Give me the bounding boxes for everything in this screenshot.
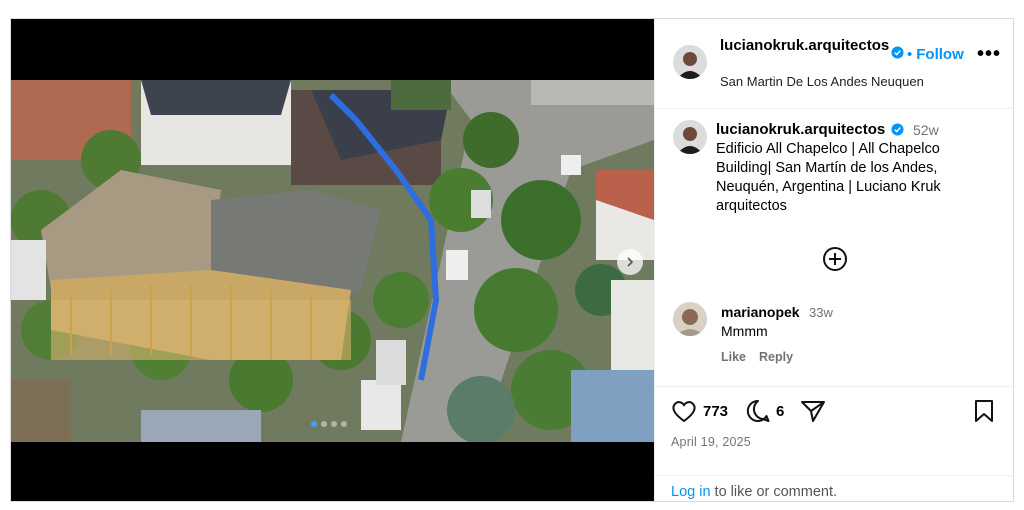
- post-header: lucianokruk.arquitectos • Follow ••• San …: [655, 19, 1015, 109]
- add-comment-icon[interactable]: [822, 246, 848, 272]
- heart-icon[interactable]: [671, 399, 697, 423]
- caption-text: Edificio All Chapelco | All Chapelco Bui…: [716, 141, 941, 214]
- action-bar: 773 6 April 19, 2025 Log in to like or c…: [655, 386, 1015, 503]
- verified-badge-icon: [891, 123, 904, 136]
- share-icon[interactable]: [800, 399, 826, 423]
- post-photo: [11, 80, 654, 442]
- carousel-dot-active: [311, 421, 317, 427]
- carousel-dots: [311, 421, 347, 427]
- post-media: [11, 19, 654, 501]
- post-card: lucianokruk.arquitectos • Follow ••• San …: [10, 18, 1015, 503]
- verified-badge-icon: [891, 46, 904, 59]
- caption-username[interactable]: lucianokruk.arquitectos: [716, 121, 885, 138]
- post-date[interactable]: April 19, 2025: [671, 435, 751, 449]
- post-location[interactable]: San Martin De Los Andes Neuquen: [720, 74, 924, 89]
- bookmark-icon[interactable]: [973, 399, 995, 423]
- carousel-dot: [321, 421, 327, 427]
- follow-button[interactable]: • Follow: [907, 46, 964, 63]
- more-icon: •••: [977, 43, 1002, 65]
- login-link[interactable]: Log in: [671, 484, 711, 500]
- avatar[interactable]: [673, 45, 707, 79]
- post-sidebar: lucianokruk.arquitectos • Follow ••• San …: [654, 19, 1015, 503]
- comment-text: Mmmm: [721, 323, 768, 339]
- caption-timestamp[interactable]: 52w: [913, 122, 939, 138]
- carousel-dot: [341, 421, 347, 427]
- login-prompt-text: to like or comment.: [710, 484, 838, 500]
- comment-username[interactable]: marianopek: [721, 304, 800, 320]
- comment-icon[interactable]: [745, 399, 771, 423]
- login-prompt: Log in to like or comment.: [655, 475, 1015, 505]
- comment-count: 6: [776, 403, 785, 420]
- comment-timestamp[interactable]: 33w: [809, 305, 833, 320]
- caption-avatar[interactable]: [673, 120, 707, 154]
- follow-separator: •: [907, 46, 913, 63]
- next-arrow-icon: [627, 257, 634, 267]
- more-options-button[interactable]: •••: [977, 43, 1001, 66]
- carousel-dot: [331, 421, 337, 427]
- carousel-next-button[interactable]: [617, 249, 643, 275]
- comment-avatar[interactable]: [673, 302, 707, 336]
- follow-label: Follow: [916, 46, 964, 63]
- like-count: 773: [703, 403, 729, 420]
- post-username[interactable]: lucianokruk.arquitectos: [720, 37, 890, 54]
- comment-reply-button[interactable]: Reply: [759, 350, 793, 364]
- comment-like-button[interactable]: Like: [721, 350, 746, 364]
